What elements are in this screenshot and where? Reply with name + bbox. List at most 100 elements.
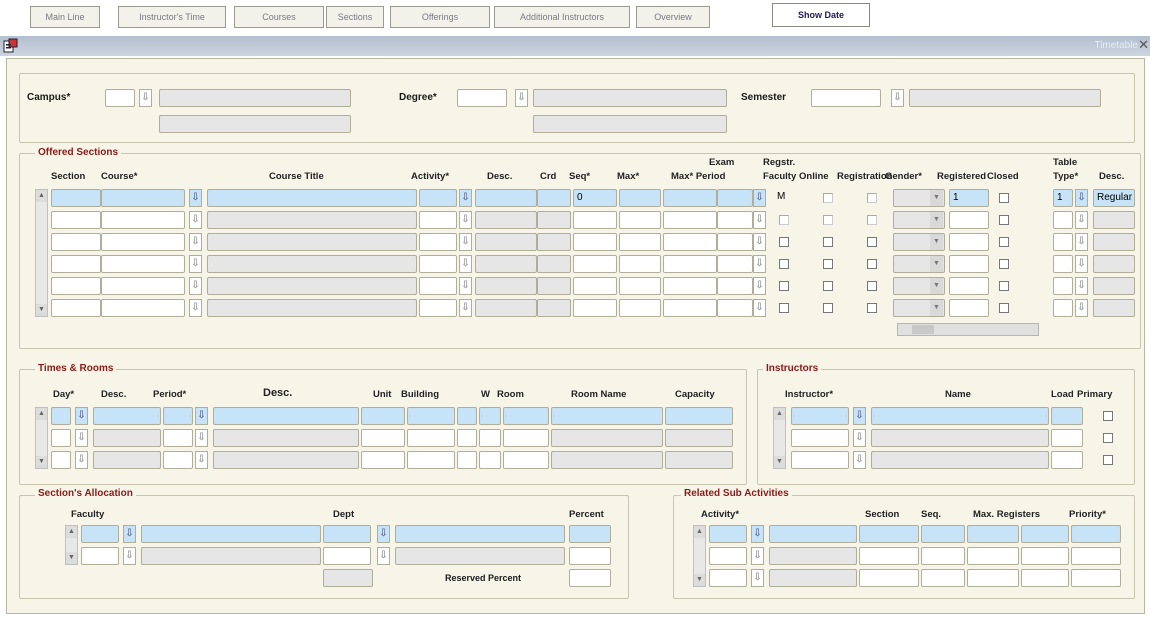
online-checkbox[interactable] — [823, 259, 833, 269]
unit-field[interactable] — [361, 451, 405, 469]
course-field[interactable] — [101, 233, 185, 251]
instructor-code-field[interactable] — [791, 451, 849, 469]
room-flag-field[interactable] — [479, 407, 501, 425]
registration-open-checkbox[interactable] — [867, 193, 877, 203]
sub-section-field[interactable] — [859, 547, 919, 565]
activity-lov-icon[interactable]: ⇩ — [459, 277, 472, 295]
period-field[interactable] — [163, 407, 193, 425]
exam-period-field[interactable] — [717, 255, 753, 273]
degree-lov-icon[interactable]: ⇩ — [515, 89, 528, 107]
unit-field[interactable] — [361, 429, 405, 447]
activity-lov-icon[interactable]: ⇩ — [459, 211, 472, 229]
room-flag-field[interactable] — [479, 451, 501, 469]
gender-dropdown-icon[interactable]: ▼ — [930, 256, 943, 272]
tab-additional-instructors[interactable]: Additional Instructors — [494, 6, 630, 28]
dept-code-field[interactable] — [323, 547, 371, 565]
gender-dropdown-icon[interactable]: ▼ — [930, 212, 943, 228]
exam-period-lov-icon[interactable]: ⇩ — [753, 189, 766, 207]
course-field[interactable] — [101, 255, 185, 273]
exam-period-lov-icon[interactable]: ⇩ — [753, 299, 766, 317]
section-field[interactable] — [51, 189, 101, 207]
subactivity-lov-icon[interactable]: ⇩ — [751, 525, 764, 543]
semester-code-field[interactable] — [811, 89, 881, 107]
table-type-lov-icon[interactable]: ⇩ — [1075, 277, 1088, 295]
table-type-field[interactable]: 1 — [1053, 189, 1073, 207]
load-field[interactable] — [1051, 407, 1083, 425]
period-field[interactable] — [163, 451, 193, 469]
sections-horizontal-scrollbar[interactable] — [897, 323, 1039, 336]
exam-period-field[interactable] — [717, 211, 753, 229]
course-lov-icon[interactable]: ⇩ — [189, 189, 202, 207]
sub-seq-field[interactable] — [921, 569, 965, 587]
exam-period-field[interactable] — [717, 189, 753, 207]
exam-max-field[interactable] — [663, 189, 717, 207]
sub-max-registers-field[interactable] — [967, 525, 1019, 543]
instructor-lov-icon[interactable]: ⇩ — [853, 451, 866, 469]
subactivity-code-field[interactable] — [709, 569, 747, 587]
course-field[interactable] — [101, 211, 185, 229]
exam-max-field[interactable] — [663, 299, 717, 317]
exam-period-field[interactable] — [717, 277, 753, 295]
seq-field[interactable] — [573, 233, 617, 251]
room-field[interactable] — [503, 429, 549, 447]
seq-field[interactable]: 0 — [573, 189, 617, 207]
load-field[interactable] — [1051, 429, 1083, 447]
regstr-faculty-checkbox[interactable] — [779, 259, 789, 269]
exam-max-field[interactable] — [663, 277, 717, 295]
show-date-button[interactable]: Show Date — [772, 3, 870, 27]
unit-field[interactable] — [361, 407, 405, 425]
activity-field[interactable] — [419, 255, 457, 273]
closed-checkbox[interactable] — [999, 193, 1009, 203]
seq-field[interactable] — [573, 277, 617, 295]
period-lov-icon[interactable]: ⇩ — [195, 407, 208, 425]
load-field[interactable] — [1051, 451, 1083, 469]
w-field[interactable] — [457, 429, 477, 447]
course-lov-icon[interactable]: ⇩ — [189, 299, 202, 317]
registration-open-checkbox[interactable] — [867, 281, 877, 291]
exam-max-field[interactable] — [663, 255, 717, 273]
tab-instructors-time[interactable]: Instructor's Time — [118, 6, 226, 28]
primary-checkbox[interactable] — [1103, 433, 1113, 443]
percent-field[interactable] — [569, 547, 611, 565]
online-checkbox[interactable] — [823, 193, 833, 203]
period-lov-icon[interactable]: ⇩ — [195, 429, 208, 447]
sub-section-field[interactable] — [859, 569, 919, 587]
dept-lov-icon[interactable]: ⇩ — [377, 547, 390, 565]
activity-field[interactable] — [419, 233, 457, 251]
course-lov-icon[interactable]: ⇩ — [189, 277, 202, 295]
activity-field[interactable] — [419, 211, 457, 229]
dept-lov-icon[interactable]: ⇩ — [377, 525, 390, 543]
sub-seq-field[interactable] — [921, 547, 965, 565]
course-field[interactable] — [101, 277, 185, 295]
faculty-lov-icon[interactable]: ⇩ — [123, 525, 136, 543]
tab-sections[interactable]: Sections — [326, 6, 384, 28]
table-type-field[interactable] — [1053, 211, 1073, 229]
table-type-lov-icon[interactable]: ⇩ — [1075, 233, 1088, 251]
subactivity-code-field[interactable] — [709, 547, 747, 565]
activity-lov-icon[interactable]: ⇩ — [459, 255, 472, 273]
subactivity-lov-icon[interactable]: ⇩ — [751, 569, 764, 587]
faculty-code-field[interactable] — [81, 547, 119, 565]
activity-lov-icon[interactable]: ⇩ — [459, 189, 472, 207]
tab-courses[interactable]: Courses — [234, 6, 324, 28]
seq-field[interactable] — [573, 299, 617, 317]
exam-period-lov-icon[interactable]: ⇩ — [753, 233, 766, 251]
section-field[interactable] — [51, 233, 101, 251]
closed-checkbox[interactable] — [999, 215, 1009, 225]
times-scrollbar[interactable]: ▲ ▼ — [35, 407, 48, 469]
percent-field[interactable] — [569, 525, 611, 543]
closed-checkbox[interactable] — [999, 281, 1009, 291]
max-field[interactable] — [619, 189, 661, 207]
course-field[interactable] — [101, 299, 185, 317]
day-field[interactable] — [51, 407, 71, 425]
activity-field[interactable] — [419, 189, 457, 207]
faculty-code-field[interactable] — [81, 525, 119, 543]
degree-code-field[interactable] — [457, 89, 507, 107]
day-field[interactable] — [51, 451, 71, 469]
reserved-percent-field[interactable] — [569, 569, 611, 587]
gender-dropdown-icon[interactable]: ▼ — [930, 278, 943, 294]
seq-field[interactable] — [573, 211, 617, 229]
course-lov-icon[interactable]: ⇩ — [189, 233, 202, 251]
section-field[interactable] — [51, 277, 101, 295]
online-checkbox[interactable] — [823, 237, 833, 247]
